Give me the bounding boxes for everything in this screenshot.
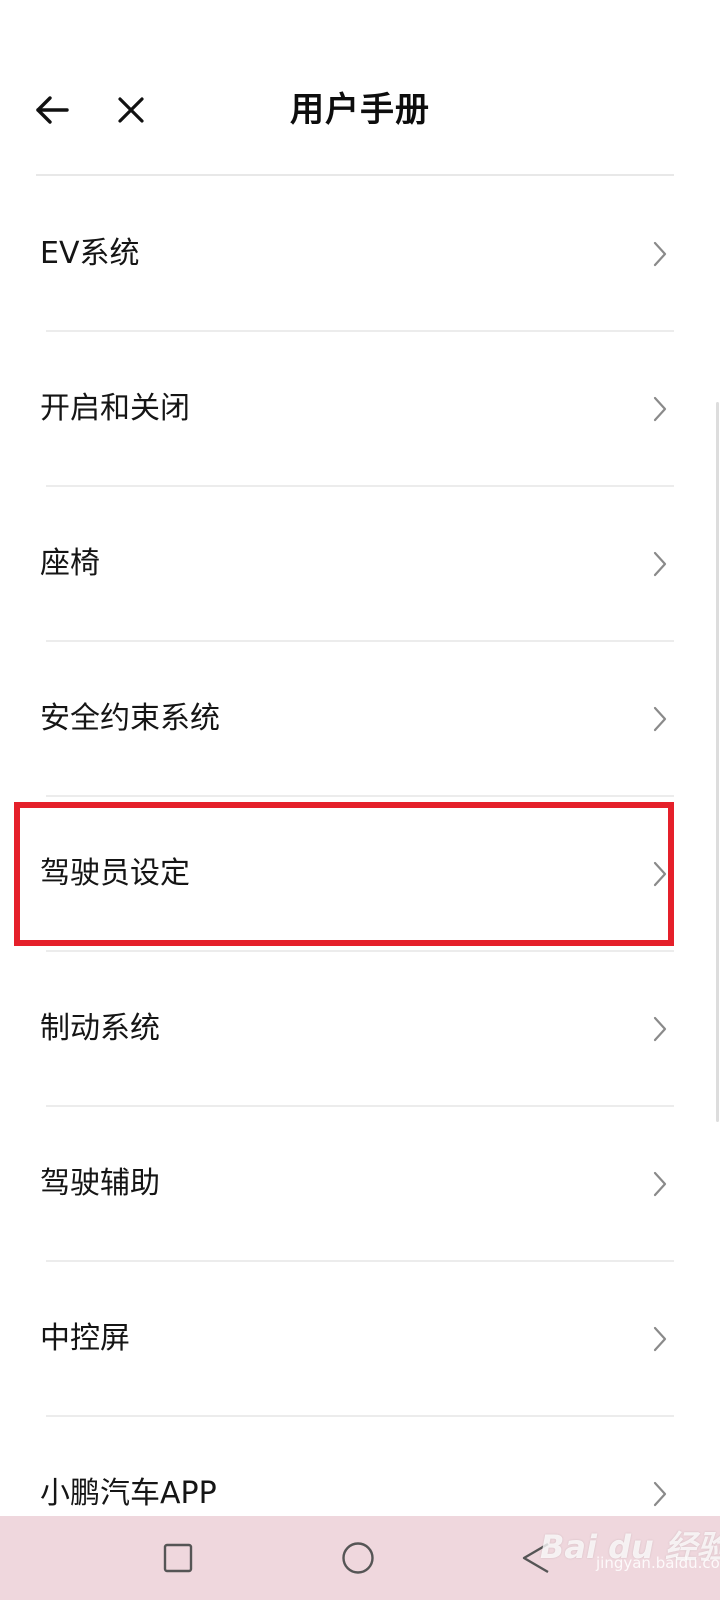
system-navigation-bar bbox=[0, 1516, 720, 1600]
menu-item-label: 驾驶员设定 bbox=[40, 856, 190, 891]
back-button[interactable] bbox=[30, 88, 74, 132]
chevron-right-icon bbox=[653, 861, 667, 887]
close-icon bbox=[118, 97, 144, 123]
chevron-right-icon bbox=[653, 241, 667, 267]
menu-item-label: EV系统 bbox=[40, 236, 140, 271]
menu-item-power-on-off[interactable]: 开启和关闭 bbox=[0, 331, 720, 487]
menu-item-label: 安全约束系统 bbox=[40, 701, 220, 736]
menu-item-xpeng-app[interactable]: 小鹏汽车APP bbox=[0, 1416, 720, 1516]
arrow-left-icon bbox=[36, 96, 69, 124]
chevron-right-icon bbox=[653, 1171, 667, 1197]
chevron-right-icon bbox=[653, 706, 667, 732]
scrollbar[interactable] bbox=[716, 402, 719, 1122]
menu-item-label: 中控屏 bbox=[40, 1321, 130, 1356]
menu-item-safety-restraint[interactable]: 安全约束系统 bbox=[0, 641, 720, 797]
menu-item-ev-system[interactable]: EV系统 bbox=[0, 176, 720, 332]
menu-item-label: 驾驶辅助 bbox=[40, 1166, 160, 1201]
menu-item-label: 制动系统 bbox=[40, 1011, 160, 1046]
chevron-right-icon bbox=[653, 1481, 667, 1507]
app-header: 用户手册 bbox=[0, 0, 720, 176]
chevron-right-icon bbox=[653, 396, 667, 422]
menu-item-center-screen[interactable]: 中控屏 bbox=[0, 1261, 720, 1417]
square-icon bbox=[163, 1543, 193, 1573]
triangle-back-icon bbox=[522, 1542, 549, 1574]
circle-icon bbox=[342, 1542, 374, 1574]
chevron-right-icon bbox=[653, 551, 667, 577]
page-title: 用户手册 bbox=[290, 90, 430, 130]
chevron-right-icon bbox=[653, 1016, 667, 1042]
recent-apps-button[interactable] bbox=[160, 1540, 196, 1576]
menu-item-label: 座椅 bbox=[40, 546, 100, 581]
menu-item-driver-settings[interactable]: 驾驶员设定 bbox=[0, 796, 720, 952]
menu-item-label: 小鹏汽车APP bbox=[40, 1476, 217, 1511]
manual-menu-list: EV系统 开启和关闭 座椅 安全约束系统 驾驶员设定 制动系统 驾驶辅助 中控屏… bbox=[0, 176, 720, 1516]
close-button[interactable] bbox=[109, 88, 153, 132]
chevron-right-icon bbox=[653, 1326, 667, 1352]
menu-item-driving-assist[interactable]: 驾驶辅助 bbox=[0, 1106, 720, 1262]
menu-item-brake-system[interactable]: 制动系统 bbox=[0, 951, 720, 1107]
home-button[interactable] bbox=[338, 1538, 378, 1578]
system-back-button[interactable] bbox=[516, 1538, 556, 1578]
menu-item-label: 开启和关闭 bbox=[40, 391, 190, 426]
menu-item-seats[interactable]: 座椅 bbox=[0, 486, 720, 642]
